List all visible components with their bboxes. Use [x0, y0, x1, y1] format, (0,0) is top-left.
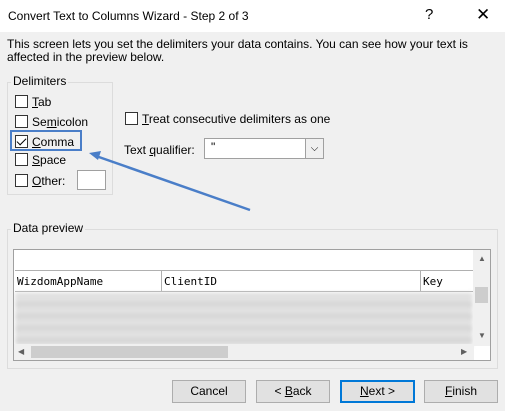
- scroll-up-icon[interactable]: ▲: [478, 254, 486, 263]
- scroll-left-icon[interactable]: ◀: [18, 347, 24, 356]
- preview-column-header: ClientID: [162, 270, 421, 292]
- text-qualifier-label: Text qualifier:: [124, 143, 195, 157]
- vertical-scroll-thumb[interactable]: [475, 287, 488, 303]
- blurred-preview-rows: [15, 293, 473, 346]
- consecutive-delimiters-label[interactable]: Treat consecutive delimiters as one: [142, 112, 330, 126]
- finish-button[interactable]: Finish: [424, 380, 498, 403]
- text-qualifier-select[interactable]: " ⌵: [204, 138, 324, 159]
- scroll-down-icon[interactable]: ▼: [478, 331, 486, 340]
- horizontal-scroll-thumb[interactable]: [31, 346, 228, 358]
- vertical-scrollbar[interactable]: ▲ ▼: [473, 250, 490, 346]
- data-preview-label: Data preview: [11, 221, 86, 235]
- data-preview-pane[interactable]: WizdomAppName ClientID Key ▲ ▼ ◀ ▶: [13, 249, 491, 361]
- preview-column-header: WizdomAppName: [15, 270, 162, 292]
- horizontal-scrollbar[interactable]: ◀ ▶: [14, 344, 474, 360]
- cancel-button[interactable]: Cancel: [172, 380, 246, 403]
- next-button[interactable]: Next >: [340, 380, 415, 403]
- consecutive-delimiters-checkbox[interactable]: [125, 112, 138, 125]
- chevron-down-icon[interactable]: ⌵: [305, 139, 323, 158]
- text-qualifier-value: ": [211, 140, 216, 154]
- scroll-right-icon[interactable]: ▶: [461, 347, 467, 356]
- preview-column-header: Key: [421, 270, 474, 292]
- back-button[interactable]: < Back: [256, 380, 330, 403]
